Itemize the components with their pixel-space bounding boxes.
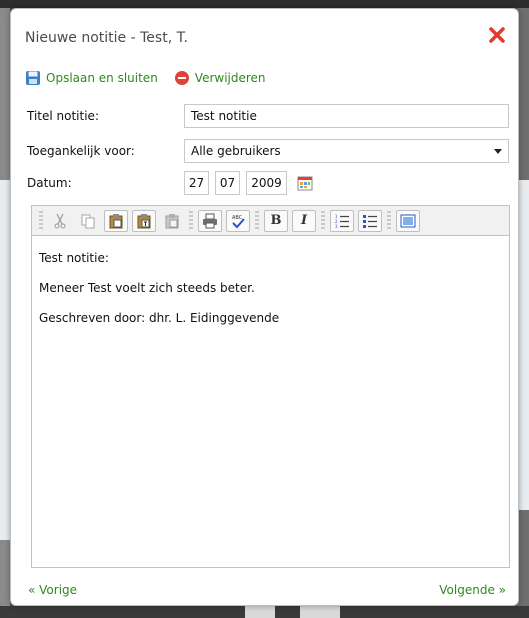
previous-link[interactable]: « Vorige — [28, 583, 77, 597]
editor-content[interactable]: Test notitie: Meneer Test voelt zich ste… — [39, 251, 501, 341]
spellcheck-icon: ABC — [232, 215, 245, 228]
paste-icon — [109, 213, 123, 228]
date-row: Datum: — [27, 171, 187, 195]
next-link[interactable]: Volgende » — [439, 583, 506, 597]
access-select[interactable]: Alle gebruikers — [184, 139, 509, 163]
toolbar-separator — [39, 210, 43, 231]
app-background-bottom — [0, 606, 529, 618]
svg-text:ABC: ABC — [232, 215, 243, 221]
date-day-input[interactable]: 27 — [184, 171, 209, 195]
date-year-input[interactable]: 2009 — [246, 171, 287, 195]
delete-button[interactable]: Verwijderen — [174, 70, 266, 86]
unordered-list-button[interactable] — [358, 209, 382, 232]
toolbar-separator — [255, 210, 259, 231]
title-row: Titel notitie: — [27, 104, 187, 128]
title-input[interactable]: Test notitie — [184, 104, 509, 128]
print-button[interactable] — [198, 209, 222, 232]
italic-icon: I — [300, 213, 308, 228]
calendar-button[interactable] — [297, 175, 313, 191]
paste-text-button[interactable] — [132, 209, 156, 232]
calendar-icon — [297, 176, 313, 191]
note-dialog: Nieuwe notitie - Test, T. Opslaan en slu… — [10, 8, 519, 606]
title-label: Titel notitie: — [27, 109, 99, 123]
app-background-top — [0, 0, 529, 8]
editor-line: Test notitie: — [39, 251, 109, 265]
bold-icon: B — [270, 213, 282, 228]
toolbar-separator — [189, 210, 193, 231]
save-and-close-button[interactable]: Opslaan en sluiten — [25, 70, 158, 86]
access-select-value: Alle gebruikers — [191, 144, 281, 158]
date-label: Datum: — [27, 176, 72, 190]
toolbar-separator — [387, 210, 391, 231]
access-row: Toegankelijk voor: — [27, 139, 187, 163]
print-icon — [203, 213, 217, 228]
spellcheck-button[interactable]: ABC — [226, 209, 250, 232]
ordered-list-icon: 1 2 3 — [335, 214, 349, 229]
close-button[interactable] — [488, 26, 506, 44]
source-icon — [400, 214, 416, 227]
date-month-input[interactable]: 07 — [215, 171, 240, 195]
delete-label: Verwijderen — [194, 71, 266, 85]
paste-word-button[interactable] — [160, 210, 184, 232]
paste-text-icon — [137, 213, 151, 228]
ordered-list-button[interactable]: 1 2 3 — [330, 209, 354, 232]
unordered-list-icon — [363, 214, 377, 228]
access-label: Toegankelijk voor: — [27, 144, 135, 158]
copy-button[interactable] — [76, 210, 100, 232]
cut-button[interactable] — [48, 210, 72, 232]
save-label: Opslaan en sluiten — [46, 71, 158, 85]
editor-toolbar: ABC B I 1 2 3 — [32, 206, 509, 236]
copy-icon — [81, 214, 95, 228]
paste-word-icon — [165, 213, 179, 228]
delete-circle-icon — [174, 71, 189, 85]
toolbar-separator — [321, 210, 325, 231]
rich-text-editor: ABC B I 1 2 3 Test notitie: Meneer Test … — [31, 205, 510, 568]
app-background-left-panel — [0, 180, 10, 540]
svg-text:3: 3 — [335, 224, 338, 229]
editor-line: Meneer Test voelt zich steeds beter. — [39, 281, 255, 295]
cut-icon — [54, 213, 66, 228]
bold-button[interactable]: B — [264, 209, 288, 232]
source-button[interactable] — [396, 209, 420, 232]
chevron-down-icon — [494, 149, 502, 154]
dialog-title: Nieuwe notitie - Test, T. — [25, 30, 188, 46]
italic-button[interactable]: I — [292, 209, 316, 232]
title-input-value: Test notitie — [191, 109, 257, 123]
editor-line: Geschreven door: dhr. L. Eidinggevende — [39, 311, 280, 325]
action-bar: Opslaan en sluiten Verwijderen — [25, 68, 282, 88]
floppy-disk-icon — [26, 71, 40, 85]
close-x-icon — [489, 27, 505, 43]
paste-button[interactable] — [104, 209, 128, 232]
